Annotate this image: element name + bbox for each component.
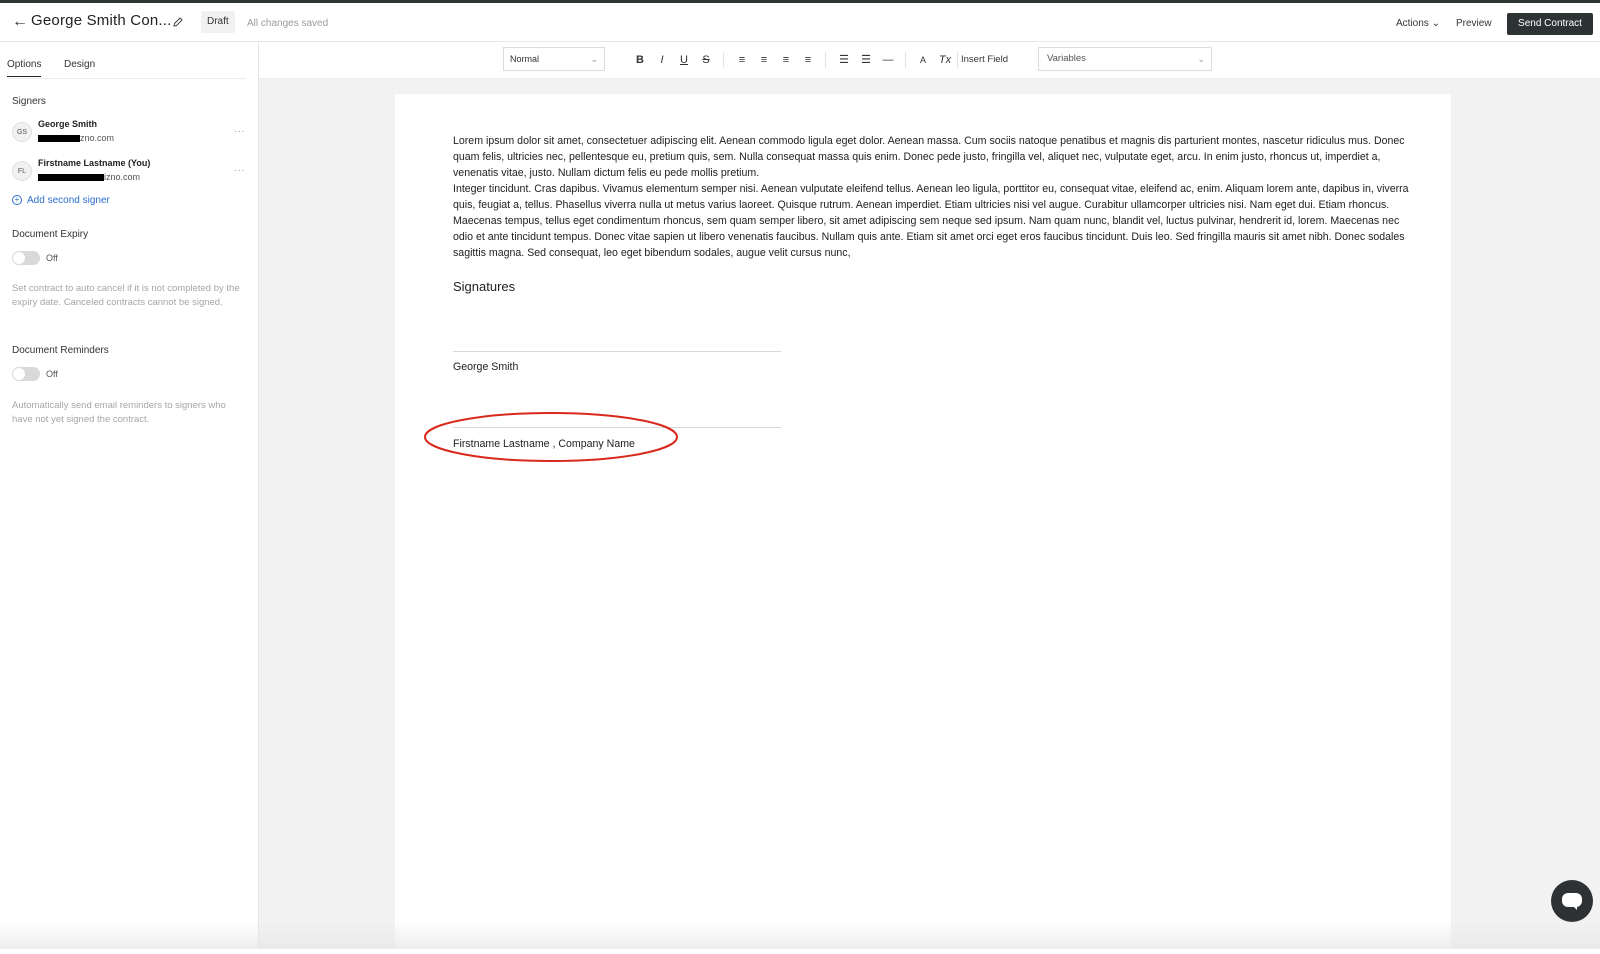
chat-bubble-icon[interactable] xyxy=(1551,880,1593,922)
toolbar-divider xyxy=(825,52,826,68)
chevron-down-icon: ⌄ xyxy=(590,54,598,64)
expiry-help-text: Set contract to auto cancel if it is not… xyxy=(12,283,240,308)
expiry-toggle[interactable] xyxy=(12,251,40,265)
toolbar-divider xyxy=(723,52,724,68)
signature-line xyxy=(453,427,781,428)
document-body[interactable]: Lorem ipsum dolor sit amet, consectetuer… xyxy=(453,133,1413,261)
save-status: All changes saved xyxy=(247,18,329,29)
pencil-icon[interactable] xyxy=(172,15,184,33)
plus-circle-icon: + xyxy=(12,195,22,206)
actions-label: Actions xyxy=(1396,18,1429,29)
toolbar-divider xyxy=(957,52,958,68)
tab-divider xyxy=(7,78,246,79)
arrow-left-icon[interactable]: ← xyxy=(12,13,28,31)
chevron-down-icon: ⌄ xyxy=(1197,54,1205,64)
paragraph-style-select[interactable]: Normal ⌄ xyxy=(503,47,605,71)
signer-name: Firstname Lastname (You) xyxy=(38,158,151,168)
underline-icon[interactable]: U xyxy=(675,51,693,69)
signer-email: zno.com xyxy=(38,133,114,143)
toggle-knob xyxy=(13,368,25,380)
status-badge: Draft xyxy=(201,11,235,33)
header-bar: ← George Smith Con... Draft All changes … xyxy=(0,3,1600,42)
toolbar-divider xyxy=(905,52,906,68)
insert-field-button[interactable]: Insert Field xyxy=(961,54,1008,65)
paragraph: Integer tincidunt. Cras dapibus. Vivamus… xyxy=(453,183,1409,259)
redaction-bar xyxy=(38,174,104,182)
bullet-list-icon[interactable]: ☰ xyxy=(835,51,853,69)
signer-name: George Smith xyxy=(38,119,98,129)
chat-bubble-tail xyxy=(1572,905,1577,910)
tab-options[interactable]: Options xyxy=(7,59,42,77)
editor-toolbar: Normal ⌄ B I U S ≡ ≡ ≡ ≡ ☰ ☰ — A Tx Inser… xyxy=(259,42,1600,79)
variables-select[interactable]: Variables ⌄ xyxy=(1038,47,1212,71)
actions-menu[interactable]: Actions ⌄ xyxy=(1396,18,1440,29)
signer-email-text: izno.com xyxy=(104,172,141,182)
signer-email-text: zno.com xyxy=(80,133,115,143)
document-canvas: Lorem ipsum dolor sit amet, consectetuer… xyxy=(259,79,1600,954)
signature-name: George Smith xyxy=(453,361,519,373)
italic-icon[interactable]: I xyxy=(653,51,671,69)
document-expiry-label: Document Expiry xyxy=(12,229,89,240)
tab-design[interactable]: Design xyxy=(64,59,95,76)
add-signer-label: Add second signer xyxy=(27,195,110,206)
signer-more-button[interactable]: ... xyxy=(234,124,245,135)
clear-format-icon[interactable]: Tx xyxy=(936,51,954,69)
document-page[interactable]: Lorem ipsum dolor sit amet, consectetuer… xyxy=(395,94,1451,954)
preview-button[interactable]: Preview xyxy=(1456,18,1492,29)
avatar: FL xyxy=(12,161,32,181)
chevron-down-icon: ⌄ xyxy=(1431,18,1440,29)
document-reminders-label: Document Reminders xyxy=(12,345,109,356)
numbered-list-icon[interactable]: ☰ xyxy=(857,51,875,69)
signer-email: izno.com xyxy=(38,172,140,182)
signer-more-button[interactable]: ... xyxy=(234,163,245,174)
signature-line xyxy=(453,351,781,352)
bold-icon[interactable]: B xyxy=(631,51,649,69)
align-right-icon[interactable]: ≡ xyxy=(777,51,795,69)
text-color-icon[interactable]: A xyxy=(914,51,932,69)
reminders-help-text: Automatically send email reminders to si… xyxy=(12,400,226,425)
reminders-toggle[interactable] xyxy=(12,367,40,381)
reminders-toggle-label: Off xyxy=(46,369,58,379)
align-justify-icon[interactable]: ≡ xyxy=(799,51,817,69)
signature-name: Firstname Lastname , Company Name xyxy=(453,438,635,450)
signers-label: Signers xyxy=(12,96,46,107)
redaction-bar xyxy=(38,135,80,143)
options-sidebar: Options Design Signers GS George Smith z… xyxy=(0,42,259,949)
signatures-heading: Signatures xyxy=(453,279,516,294)
send-contract-button[interactable]: Send Contract xyxy=(1507,13,1593,35)
paragraph: Lorem ipsum dolor sit amet, consectetuer… xyxy=(453,135,1405,179)
strikethrough-icon[interactable]: S xyxy=(697,51,715,69)
style-select-value: Normal xyxy=(510,54,540,64)
variables-select-value: Variables xyxy=(1047,53,1086,64)
add-signer-button[interactable]: + Add second signer xyxy=(12,195,110,206)
expiry-toggle-label: Off xyxy=(46,253,58,263)
red-ellipse-annotation xyxy=(424,412,678,462)
avatar: GS xyxy=(12,122,32,142)
align-center-icon[interactable]: ≡ xyxy=(755,51,773,69)
document-title: George Smith Con... xyxy=(31,12,172,29)
horizontal-rule-icon[interactable]: — xyxy=(879,51,897,69)
toggle-knob xyxy=(13,252,25,264)
align-left-icon[interactable]: ≡ xyxy=(733,51,751,69)
